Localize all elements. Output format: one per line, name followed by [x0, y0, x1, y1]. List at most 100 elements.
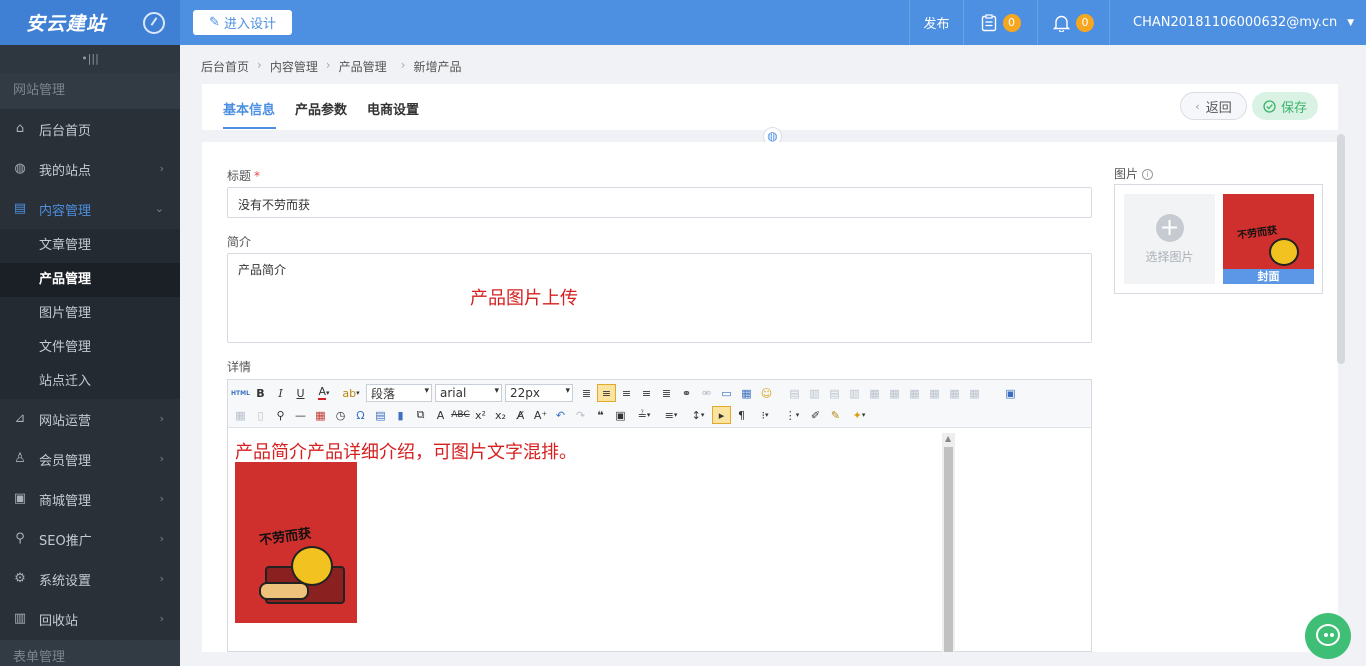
sidebar-item-recycle[interactable]: ▥ 回收站 › [0, 599, 180, 639]
title-input[interactable]: 没有不劳而获 [227, 187, 1092, 218]
sidebar-item-seo[interactable]: ⚲ SEO推广 › [0, 519, 180, 559]
summary-textarea[interactable]: 产品简介 [227, 253, 1092, 343]
font-color-button[interactable]: A ▾ [311, 384, 337, 402]
magic-icon[interactable]: ✦ ▾ [846, 406, 872, 424]
table-icon[interactable]: ▦ [737, 384, 756, 402]
breadcrumb-products[interactable]: 产品管理 [339, 58, 387, 75]
table-props-icon[interactable]: ▦ [945, 384, 964, 402]
textbox-icon[interactable]: A [431, 406, 450, 424]
sidebar-sub-migrate[interactable]: 站点迁入 [0, 365, 180, 399]
superscript-icon[interactable]: x² [471, 406, 490, 424]
info-icon[interactable]: i [1142, 169, 1154, 180]
back-button[interactable]: ‹ 返回 [1180, 92, 1247, 120]
tab-product-params[interactable]: 产品参数 [295, 99, 347, 118]
sidebar-item-content[interactable]: ▤ 内容管理 ⌄ [0, 189, 180, 229]
logo[interactable]: 安云建站 [26, 9, 106, 36]
clear-format-icon[interactable]: A̸ [511, 406, 530, 424]
pagebreak-icon[interactable]: ▤ [371, 406, 390, 424]
emoji-icon[interactable]: ☺ [757, 384, 776, 402]
table-merge-icon[interactable]: ▦ [885, 384, 904, 402]
html-source-button[interactable]: HTML [231, 384, 250, 402]
scroll-up-icon[interactable]: ▲ [945, 434, 951, 443]
align-center-icon[interactable]: ≡ [617, 384, 636, 402]
bold-button[interactable]: B [251, 384, 270, 402]
editor-scroll-thumb[interactable] [944, 447, 953, 652]
collapse-toggle[interactable]: •||| [0, 45, 180, 73]
notification-button[interactable]: 0 [1037, 0, 1109, 45]
table-merge-down-icon[interactable]: ▦ [925, 384, 944, 402]
save-button[interactable]: 保存 [1252, 92, 1318, 120]
paste-plain-icon[interactable]: ▣ [611, 406, 630, 424]
align-right-icon[interactable]: ≡ [637, 384, 656, 402]
ltr-icon[interactable]: ▸ [712, 406, 731, 424]
page-scrollbar[interactable] [1337, 134, 1345, 364]
eraser-icon[interactable]: ✐ [806, 406, 825, 424]
sidebar-item-members[interactable]: ♙ 会员管理 › [0, 439, 180, 479]
breadcrumb-home[interactable]: 后台首页 [201, 58, 249, 75]
ordered-list-icon[interactable]: ⁝ ▾ [752, 406, 778, 424]
underline-button[interactable]: U [291, 384, 310, 402]
cover-image[interactable]: 不劳而获 封面 [1223, 194, 1314, 284]
find-icon[interactable]: ⚲ [271, 406, 290, 424]
preview-icon[interactable]: ▣ [1001, 384, 1020, 402]
sidebar-sub-images[interactable]: 图片管理 [0, 297, 180, 331]
editor-body[interactable]: 产品简介产品详细介绍，可图片文字混排。 不劳而获 ▲ [228, 429, 1091, 652]
redo-icon[interactable]: ↷ [571, 406, 590, 424]
blockquote-icon[interactable]: ❝ [591, 406, 610, 424]
sidebar-item-settings[interactable]: ⚙ 系统设置 › [0, 559, 180, 599]
select-image-button[interactable]: + 选择图片 [1124, 194, 1215, 284]
table-delete-row-icon[interactable]: ▤ [825, 384, 844, 402]
line-height-icon[interactable]: ≟ ▾ [631, 406, 657, 424]
unordered-list-icon[interactable]: ⋮ ▾ [779, 406, 805, 424]
strikethrough-icon[interactable]: ABC [451, 406, 470, 424]
sidebar-item-operations[interactable]: ⊿ 网站运营 › [0, 399, 180, 439]
table-merge-right-icon[interactable]: ▦ [905, 384, 924, 402]
enter-design-button[interactable]: ✎ 进入设计 [193, 10, 292, 35]
table-insert-col-icon[interactable]: ▥ [805, 384, 824, 402]
select-all-icon[interactable]: ▦ [231, 406, 250, 424]
publish-button[interactable]: 发布 [909, 0, 963, 45]
editor-scrollbar[interactable]: ▲ [942, 433, 955, 652]
breadcrumb-content[interactable]: 内容管理 [270, 58, 318, 75]
subscript-icon[interactable]: x₂ [491, 406, 510, 424]
dashboard-icon[interactable] [143, 12, 165, 34]
paragraph-spacing-icon[interactable]: ≡ ▾ [658, 406, 684, 424]
sidebar-sub-products[interactable]: 产品管理 [0, 263, 180, 297]
rtl-icon[interactable]: ¶ [732, 406, 751, 424]
user-menu[interactable]: CHAN20181106000632@my.cn ▼ [1109, 0, 1366, 45]
image-icon[interactable]: ▭ [717, 384, 736, 402]
sidebar-item-shop[interactable]: ▣ 商城管理 › [0, 479, 180, 519]
table-split-icon[interactable]: ▦ [865, 384, 884, 402]
horizontal-rule-icon[interactable]: — [291, 406, 310, 424]
indent-icon[interactable]: ≣ [577, 384, 596, 402]
link-icon[interactable]: ⚭ [677, 384, 696, 402]
row-spacing-icon[interactable]: ↕ ▾ [685, 406, 711, 424]
chat-support-button[interactable] [1305, 613, 1351, 659]
undo-icon[interactable]: ↶ [551, 406, 570, 424]
tab-ecommerce[interactable]: 电商设置 [367, 99, 419, 118]
paste-icon[interactable]: ▯ [251, 406, 270, 424]
italic-button[interactable]: I [271, 384, 290, 402]
task-button[interactable]: 0 [963, 0, 1037, 45]
align-justify-icon[interactable]: ≣ [657, 384, 676, 402]
paragraph-select[interactable]: 段落 [366, 384, 432, 402]
auto-format-icon[interactable]: A⁺ [531, 406, 550, 424]
table-insert-row-icon[interactable]: ▤ [785, 384, 804, 402]
date-icon[interactable]: ▦ [311, 406, 330, 424]
template-icon[interactable]: ⧉ [411, 406, 430, 424]
sidebar-item-sites[interactable]: ◍ 我的站点 › [0, 149, 180, 189]
editor-poster-image[interactable]: 不劳而获 [235, 462, 357, 623]
unlink-icon[interactable]: ⚮ [697, 384, 716, 402]
tab-basic-info[interactable]: 基本信息 [223, 99, 275, 118]
font-family-select[interactable]: arial [435, 384, 502, 402]
sidebar-sub-articles[interactable]: 文章管理 [0, 229, 180, 263]
font-size-select[interactable]: 22px [505, 384, 573, 402]
highlight-button[interactable]: ab ▾ [338, 384, 364, 402]
table-delete-icon[interactable]: ▦ [965, 384, 984, 402]
time-icon[interactable]: ◷ [331, 406, 350, 424]
special-char-icon[interactable]: Ω [351, 406, 370, 424]
table-delete-col-icon[interactable]: ▥ [845, 384, 864, 402]
format-brush-icon[interactable]: ✎ [826, 406, 845, 424]
sidebar-sub-files[interactable]: 文件管理 [0, 331, 180, 365]
align-left-icon[interactable]: ≡ [597, 384, 616, 402]
